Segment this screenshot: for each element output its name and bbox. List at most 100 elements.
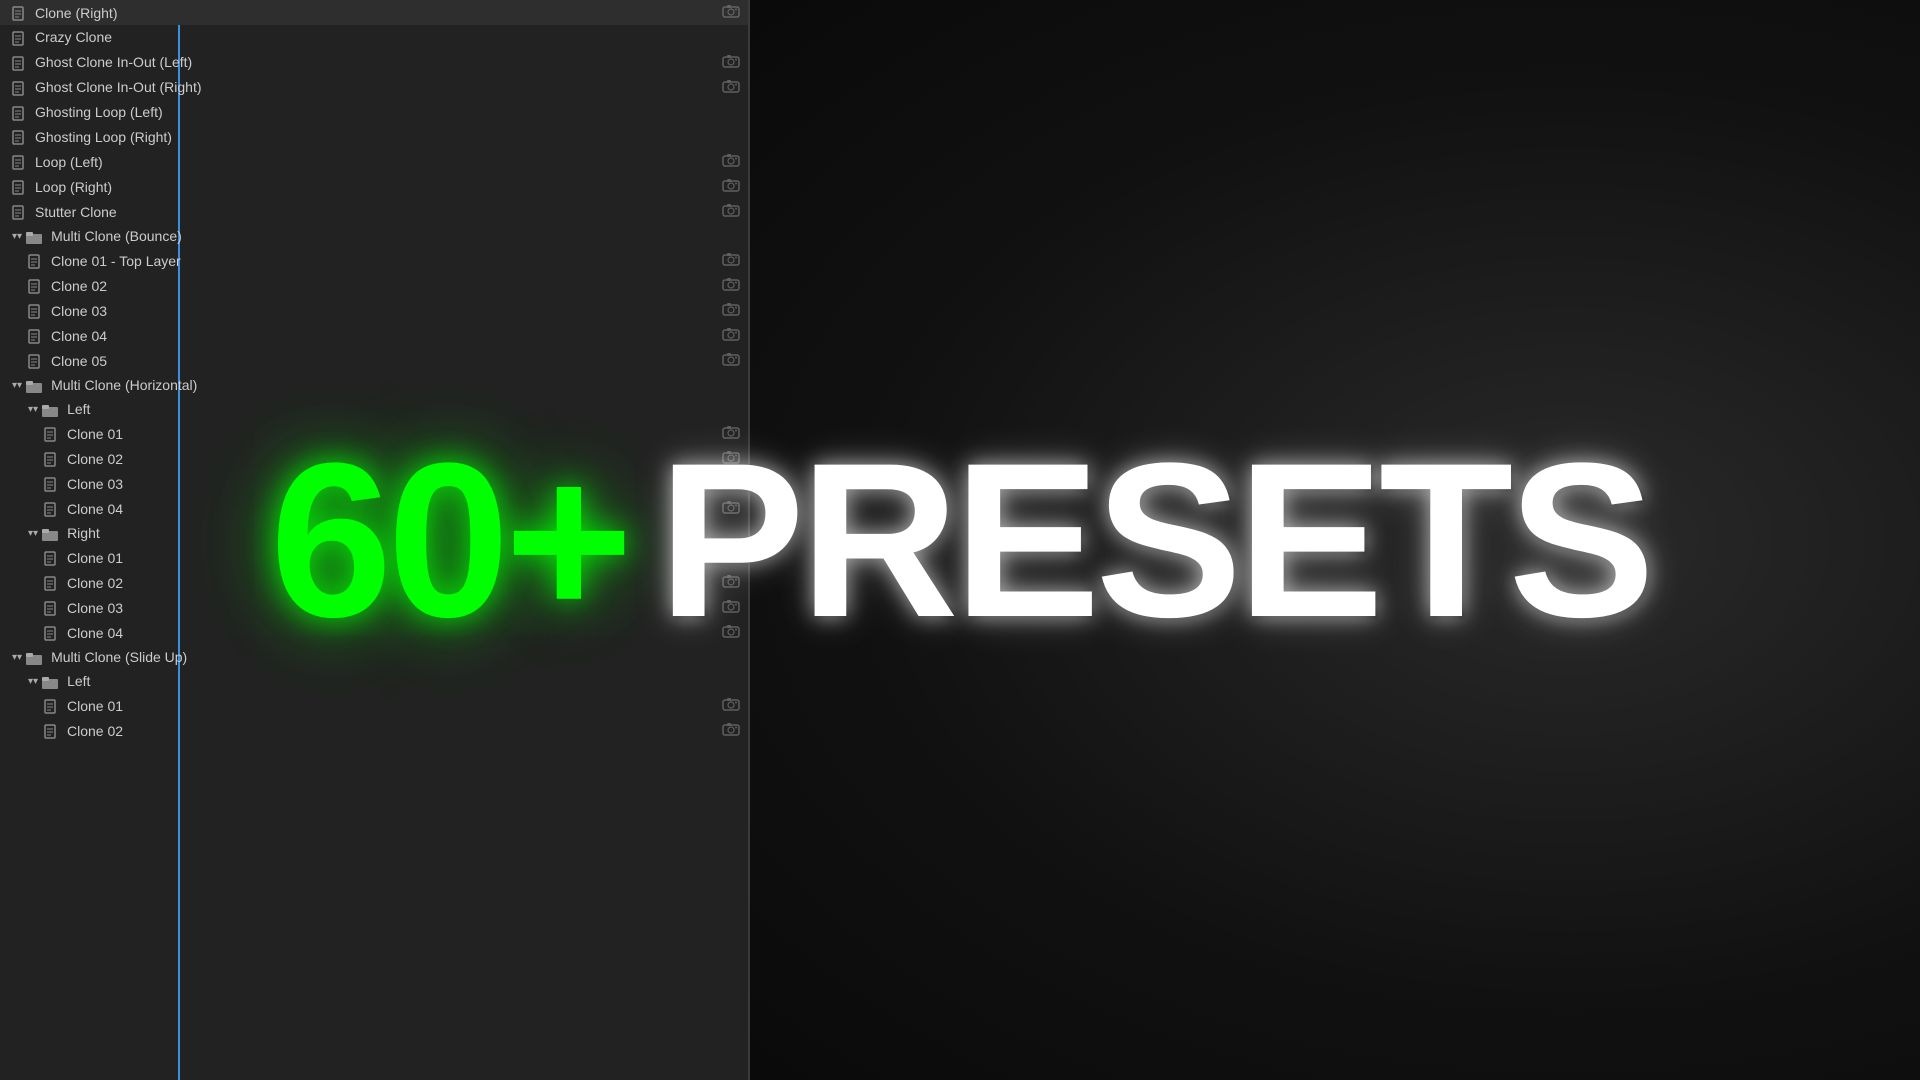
item-label: Clone 01 bbox=[67, 698, 123, 714]
tree-item-loop-left[interactable]: Loop (Left) bbox=[0, 149, 748, 174]
tree-item-stutter-clone[interactable]: Stutter Clone bbox=[0, 199, 748, 224]
file-icon bbox=[28, 277, 46, 294]
file-icon bbox=[44, 624, 62, 641]
item-label: Clone 05 bbox=[51, 353, 107, 369]
file-icon bbox=[44, 475, 62, 492]
item-label: Ghosting Loop (Left) bbox=[35, 104, 163, 120]
file-icon bbox=[44, 450, 62, 467]
file-icon bbox=[44, 697, 62, 714]
file-icon bbox=[28, 327, 46, 344]
folder-icon bbox=[26, 228, 46, 244]
tree-item-ghost-clone-inout-left[interactable]: Ghost Clone In-Out (Left) bbox=[0, 50, 748, 75]
item-label: Clone 01 - Top Layer bbox=[51, 253, 181, 269]
item-label: Stutter Clone bbox=[35, 204, 117, 220]
item-label: Ghost Clone In-Out (Left) bbox=[35, 54, 192, 70]
chevron-icon: ▾ bbox=[12, 231, 22, 242]
tree-item-clone-01-top[interactable]: Clone 01 - Top Layer bbox=[0, 248, 748, 273]
tree-item-clone-01-su[interactable]: Clone 01 bbox=[0, 693, 748, 718]
item-label: Clone 04 bbox=[67, 625, 123, 641]
tree-item-crazy-clone[interactable]: Crazy Clone bbox=[0, 25, 748, 50]
item-label: Clone 02 bbox=[51, 278, 107, 294]
tree-item-clone-right[interactable]: Clone (Right) bbox=[0, 0, 748, 25]
tree-item-ghosting-loop-left[interactable]: Ghosting Loop (Left) bbox=[0, 100, 748, 125]
item-label: Multi Clone (Horizontal) bbox=[51, 377, 197, 393]
camera-icon bbox=[722, 203, 740, 220]
tree-item-ghosting-loop-right[interactable]: Ghosting Loop (Right) bbox=[0, 125, 748, 150]
file-icon bbox=[28, 352, 46, 369]
item-label: Clone 02 bbox=[67, 575, 123, 591]
tree-item-multi-clone-horizontal[interactable]: ▾ Multi Clone (Horizontal) bbox=[0, 373, 748, 397]
file-icon bbox=[44, 549, 62, 566]
tree-item-left-folder-2[interactable]: ▾ Left bbox=[0, 669, 748, 693]
item-label: Clone 04 bbox=[51, 328, 107, 344]
file-icon bbox=[44, 722, 62, 739]
file-icon bbox=[12, 104, 30, 121]
file-icon bbox=[28, 302, 46, 319]
camera-icon bbox=[722, 252, 740, 269]
overlay-text-container: 60+ PRESETS bbox=[270, 430, 1650, 650]
chevron-icon: ▾ bbox=[28, 404, 38, 415]
item-label: Clone 04 bbox=[67, 501, 123, 517]
item-label: Loop (Right) bbox=[35, 179, 112, 195]
item-label: Clone 03 bbox=[51, 303, 107, 319]
camera-icon bbox=[722, 327, 740, 344]
camera-icon bbox=[722, 79, 740, 96]
folder-icon bbox=[42, 673, 62, 689]
tree-item-loop-right[interactable]: Loop (Right) bbox=[0, 174, 748, 199]
camera-icon bbox=[722, 178, 740, 195]
item-label: Clone (Right) bbox=[35, 5, 117, 21]
camera-icon bbox=[722, 153, 740, 170]
tree-item-clone-02-su[interactable]: Clone 02 bbox=[0, 718, 748, 743]
camera-icon bbox=[722, 302, 740, 319]
file-icon bbox=[44, 574, 62, 591]
file-icon bbox=[44, 599, 62, 616]
item-label: Right bbox=[67, 525, 100, 541]
file-icon bbox=[12, 29, 30, 46]
file-icon bbox=[12, 153, 30, 170]
camera-icon bbox=[722, 352, 740, 369]
folder-icon bbox=[42, 401, 62, 417]
tree-item-clone-03-b[interactable]: Clone 03 bbox=[0, 298, 748, 323]
item-label: Loop (Left) bbox=[35, 154, 103, 170]
camera-icon bbox=[722, 277, 740, 294]
tree-item-clone-02-b[interactable]: Clone 02 bbox=[0, 273, 748, 298]
camera-icon bbox=[722, 722, 740, 739]
item-label: Clone 03 bbox=[67, 600, 123, 616]
item-label: Ghost Clone In-Out (Right) bbox=[35, 79, 202, 95]
file-icon bbox=[12, 79, 30, 96]
file-icon bbox=[12, 4, 30, 21]
item-label: Clone 01 bbox=[67, 426, 123, 442]
sixty-plus-text: 60+ bbox=[270, 430, 628, 650]
chevron-icon: ▾ bbox=[12, 652, 22, 663]
item-label: Clone 02 bbox=[67, 723, 123, 739]
item-label: Left bbox=[67, 673, 90, 689]
item-label: Clone 01 bbox=[67, 550, 123, 566]
tree-item-multi-clone-bounce[interactable]: ▾ Multi Clone (Bounce) bbox=[0, 224, 748, 248]
chevron-icon: ▾ bbox=[12, 380, 22, 391]
folder-icon bbox=[26, 377, 46, 393]
presets-label-text: PRESETS bbox=[658, 430, 1650, 650]
camera-icon bbox=[722, 697, 740, 714]
item-label: Clone 03 bbox=[67, 476, 123, 492]
folder-icon bbox=[26, 649, 46, 665]
file-icon bbox=[12, 129, 30, 146]
file-icon bbox=[44, 425, 62, 442]
file-icon bbox=[12, 203, 30, 220]
file-icon bbox=[12, 54, 30, 71]
folder-icon bbox=[42, 525, 62, 541]
camera-icon bbox=[722, 54, 740, 71]
tree-item-ghost-clone-inout-right[interactable]: Ghost Clone In-Out (Right) bbox=[0, 75, 748, 100]
item-label: Multi Clone (Bounce) bbox=[51, 228, 182, 244]
chevron-icon: ▾ bbox=[28, 676, 38, 687]
item-label: Left bbox=[67, 401, 90, 417]
tree-item-clone-05-b[interactable]: Clone 05 bbox=[0, 348, 748, 373]
tree-item-clone-04-b[interactable]: Clone 04 bbox=[0, 323, 748, 348]
chevron-icon: ▾ bbox=[28, 528, 38, 539]
file-icon bbox=[44, 500, 62, 517]
item-label: Clone 02 bbox=[67, 451, 123, 467]
file-icon bbox=[12, 178, 30, 195]
camera-icon bbox=[722, 4, 740, 21]
file-icon bbox=[28, 252, 46, 269]
item-label: Multi Clone (Slide Up) bbox=[51, 649, 187, 665]
item-label: Crazy Clone bbox=[35, 29, 112, 45]
